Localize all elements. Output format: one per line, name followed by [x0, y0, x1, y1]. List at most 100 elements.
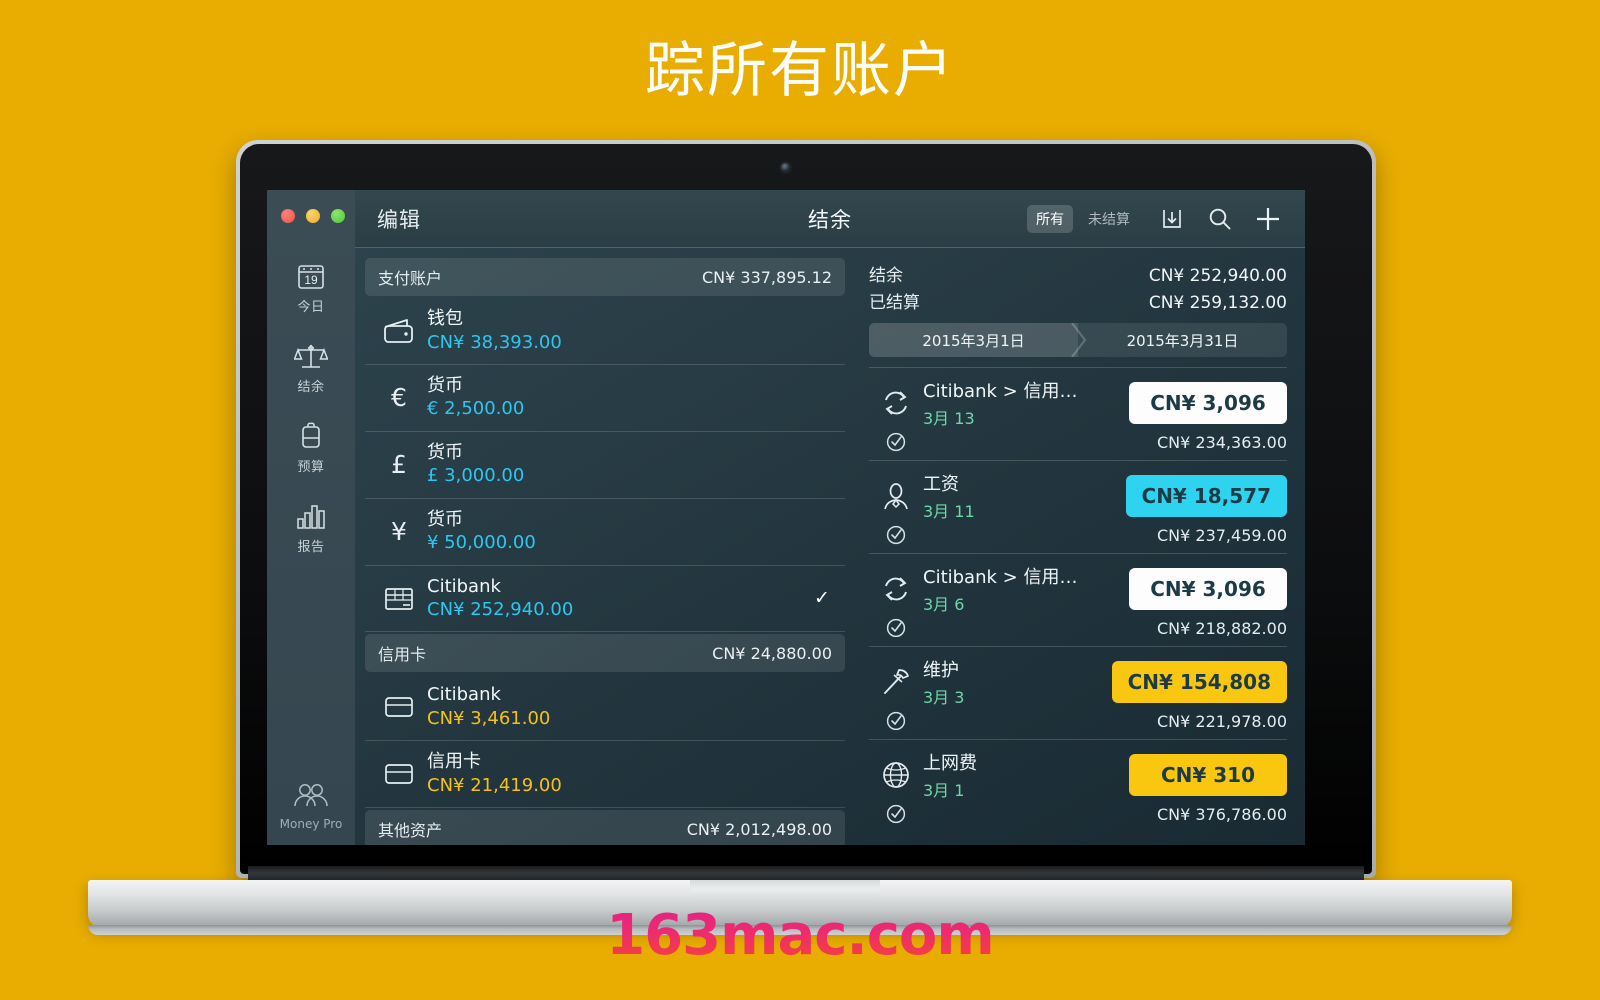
account-name: Citibank [427, 684, 501, 706]
cleared-check-icon[interactable] [869, 522, 923, 546]
watermark: 163mac.com [0, 903, 1600, 968]
amount-pill[interactable]: CN¥ 3,096 [1129, 382, 1287, 424]
transaction-amount[interactable]: CN¥ 154,808 [1111, 661, 1287, 703]
account-row[interactable]: ¥ 货币 ¥ 50,000.00 [365, 499, 845, 566]
toolbar-right: 所有 未结算 [1027, 204, 1305, 234]
account-name: Citibank [427, 575, 501, 597]
account-group-header[interactable]: 其他资产 CN¥ 2,012,498.00 [365, 810, 845, 845]
sidebar-item-balance[interactable]: 结余 [267, 328, 355, 408]
cleared-check-icon[interactable] [869, 801, 923, 825]
account-balance: € 2,500.00 [427, 398, 525, 420]
transaction-title: Citibank > 信用… [923, 567, 1078, 588]
summary-row: 结余 CN¥ 252,940.00 [869, 260, 1287, 287]
transaction-row[interactable]: Citibank > 信用… 3月 6 CN¥ 3,096 CN¥ 218,88… [869, 553, 1287, 646]
credit-card-icon [371, 694, 427, 720]
amount-pill[interactable]: CN¥ 154,808 [1111, 661, 1287, 703]
briefcase-icon [297, 421, 325, 451]
main-area: 编辑 结余 所有 未结算 支付账户 CN¥ 337,895.12 钱包 CN¥ … [355, 190, 1305, 845]
account-group-header[interactable]: 支付账户 CN¥ 337,895.12 [365, 258, 845, 296]
date-from[interactable]: 2015年3月1日 [869, 323, 1078, 357]
group-name: 信用卡 [378, 645, 427, 665]
window-controls[interactable] [281, 209, 345, 223]
balance-scale-icon [294, 341, 328, 371]
running-balance: CN¥ 234,363.00 [1156, 433, 1287, 452]
sidebar-item-budget[interactable]: 预算 [267, 408, 355, 488]
account-balance: CN¥ 3,461.00 [427, 707, 551, 729]
sidebar-item-today[interactable]: 19 今日 [267, 248, 355, 328]
cleared-check-icon[interactable] [869, 615, 923, 639]
summary-value: CN¥ 252,940.00 [1148, 266, 1287, 286]
calendar-19-icon: 19 [296, 261, 326, 291]
account-row[interactable]: £ 货币 £ 3,000.00 [365, 432, 845, 499]
account-text: 货币 ¥ 50,000.00 [427, 509, 809, 555]
summary-label: 已结算 [869, 293, 920, 313]
currency-symbol: £ [391, 450, 407, 480]
minimize-button[interactable] [306, 209, 320, 223]
sidebar-item-label: 预算 [297, 460, 325, 475]
app-brand-label: Money Pro [279, 817, 343, 831]
transaction-row[interactable]: 工资 3月 11 CN¥ 18,577 CN¥ 237,459.00 [869, 460, 1287, 553]
account-balance: CN¥ 38,393.00 [427, 331, 562, 353]
account-row[interactable]: 钱包 CN¥ 38,393.00 [365, 298, 845, 365]
maximize-button[interactable] [331, 209, 345, 223]
amount-pill[interactable]: CN¥ 310 [1129, 754, 1287, 796]
group-total: CN¥ 337,895.12 [701, 267, 832, 287]
search-icon[interactable] [1205, 204, 1235, 234]
transaction-row[interactable]: 维护 3月 3 CN¥ 154,808 CN¥ 221,978.00 [869, 646, 1287, 739]
account-text: 货币 € 2,500.00 [427, 375, 809, 421]
account-name: 信用卡 [427, 751, 481, 773]
transaction-amount[interactable]: CN¥ 310 [1129, 754, 1287, 796]
transaction-amount[interactable]: CN¥ 18,577 [1125, 475, 1287, 517]
transaction-date: 3月 6 [923, 595, 965, 614]
date-range-control[interactable]: 2015年3月1日 2015年3月31日 [869, 323, 1287, 357]
account-text: Citibank CN¥ 252,940.00 [427, 576, 809, 622]
cleared-check-icon[interactable] [869, 708, 923, 732]
currency-pound-icon: £ [371, 450, 427, 479]
transaction-amount[interactable]: CN¥ 3,096 [1129, 568, 1287, 610]
transaction-text: 维护 3月 3 [923, 656, 1112, 708]
account-group-header[interactable]: 信用卡 CN¥ 24,880.00 [365, 634, 845, 673]
transfer-icon [869, 387, 923, 419]
content-split: 支付账户 CN¥ 337,895.12 钱包 CN¥ 38,393.00 € 货… [355, 248, 1305, 845]
transaction-text: Citibank > 信用… 3月 6 [923, 563, 1129, 615]
currency-euro-icon: € [371, 383, 427, 412]
account-row[interactable]: € 货币 € 2,500.00 [365, 365, 845, 432]
filter-segmented-control[interactable]: 所有 未结算 [1027, 204, 1139, 233]
cleared-check-icon[interactable] [869, 429, 923, 453]
close-button[interactable] [281, 209, 295, 223]
download-icon[interactable] [1157, 204, 1187, 234]
summary-value: CN¥ 259,132.00 [1148, 293, 1287, 313]
account-name: 货币 [427, 441, 463, 463]
filter-uncleared-button[interactable]: 未结算 [1079, 205, 1139, 233]
edit-button[interactable]: 编辑 [377, 204, 421, 234]
account-row[interactable]: Citibank CN¥ 3,461.00 [365, 674, 845, 742]
plus-icon[interactable] [1253, 204, 1283, 234]
person-icon [869, 480, 923, 512]
checkmark-icon: ✓ [814, 588, 830, 609]
sidebar-item-label: 今日 [297, 300, 325, 315]
account-row[interactable]: 信用卡 CN¥ 21,419.00 [365, 741, 845, 809]
sidebar-footer: Money Pro [267, 782, 355, 831]
date-to[interactable]: 2015年3月31日 [1078, 323, 1287, 357]
globe-icon [869, 759, 923, 791]
transaction-row[interactable]: 上网费 3月 1 CN¥ 310 CN¥ 376,786.00 [869, 739, 1287, 832]
hammer-icon [869, 666, 923, 698]
amount-pill[interactable]: CN¥ 3,096 [1129, 568, 1287, 610]
transaction-amount[interactable]: CN¥ 3,096 [1129, 382, 1287, 424]
running-balance: CN¥ 237,459.00 [1156, 526, 1287, 545]
transaction-title: 工资 [923, 474, 959, 495]
amount-pill[interactable]: CN¥ 18,577 [1125, 475, 1287, 517]
app-screen: 19 今日 结余 预算 报告 Money Pro 编辑 结余 所有 未结算 支付… [267, 190, 1305, 845]
toolbar: 编辑 结余 所有 未结算 [355, 190, 1305, 248]
running-balance: CN¥ 221,978.00 [1156, 712, 1287, 731]
filter-all-button[interactable]: 所有 [1027, 204, 1073, 233]
transaction-title: 上网费 [923, 753, 977, 774]
transaction-row[interactable]: Citibank > 信用… 3月 13 CN¥ 3,096 CN¥ 234,3… [869, 367, 1287, 460]
transactions-list[interactable]: Citibank > 信用… 3月 13 CN¥ 3,096 CN¥ 234,3… [869, 367, 1287, 832]
sidebar-item-reports[interactable]: 报告 [267, 488, 355, 568]
transaction-date: 3月 3 [923, 688, 965, 707]
accounts-list[interactable]: 支付账户 CN¥ 337,895.12 钱包 CN¥ 38,393.00 € 货… [355, 248, 855, 845]
transaction-date: 3月 11 [923, 502, 975, 521]
account-row-selected[interactable]: Citibank CN¥ 252,940.00 ✓ [365, 566, 845, 633]
transaction-date: 3月 13 [923, 409, 975, 428]
